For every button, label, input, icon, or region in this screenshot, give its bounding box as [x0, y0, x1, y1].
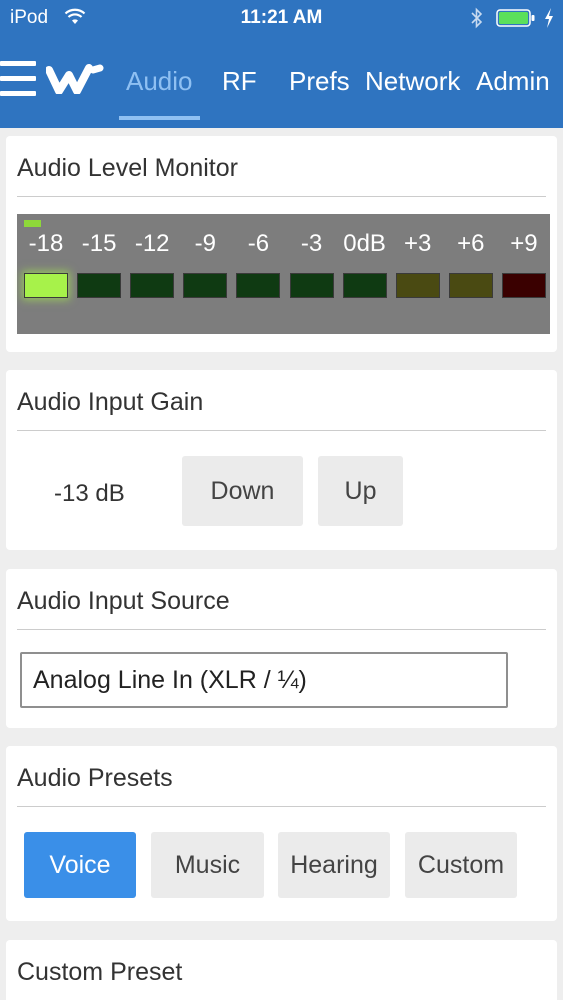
tab-audio[interactable]: Audio	[126, 66, 193, 97]
meter-label: +3	[404, 230, 432, 257]
meter-label: -3	[300, 230, 323, 257]
meter-label: -18	[28, 230, 64, 257]
brand-logo-icon	[46, 64, 104, 94]
meter-segment	[24, 273, 68, 298]
bluetooth-icon	[471, 7, 483, 29]
input-gain-title: Audio Input Gain	[17, 388, 204, 416]
presets-card: Audio Presets Voice Music Hearing Custom	[6, 746, 557, 921]
app-screen: iPod 11:21 AM Audio RF Prefs Network Adm…	[0, 0, 563, 1000]
meter-label: 0dB	[343, 230, 386, 257]
preset-custom-button[interactable]: Custom	[405, 832, 517, 898]
input-source-title: Audio Input Source	[17, 587, 230, 615]
hamburger-menu-icon[interactable]	[0, 61, 38, 97]
status-bar: iPod 11:21 AM	[0, 0, 563, 36]
card-divider	[17, 806, 546, 807]
input-source-card: Audio Input Source Analog Line In (XLR /…	[6, 569, 557, 728]
level-meter: -18 -15 -12 -9 -6 -3 0dB +3 +6 +9	[17, 214, 550, 334]
meter-segment	[289, 273, 334, 298]
gain-up-button[interactable]: Up	[318, 456, 403, 526]
meter-label: -12	[134, 230, 170, 257]
meter-label: +9	[510, 230, 538, 257]
level-monitor-card: Audio Level Monitor -18 -15 -12 -9 -6 -3 0dB +3…	[6, 136, 557, 352]
gain-down-button[interactable]: Down	[182, 456, 303, 526]
meter-label: +6	[457, 230, 485, 257]
meter-segment	[501, 273, 546, 298]
meter-segment	[395, 273, 440, 298]
custom-preset-title: Custom Preset	[17, 958, 183, 986]
custom-preset-card: Custom Preset	[6, 940, 557, 1000]
peak-indicator	[24, 220, 41, 227]
card-divider	[17, 430, 546, 431]
presets-title: Audio Presets	[17, 764, 173, 792]
tab-prefs[interactable]: Prefs	[289, 66, 350, 97]
gain-value: -13 dB	[54, 480, 125, 507]
meter-segment	[448, 273, 493, 298]
tab-network[interactable]: Network	[365, 66, 460, 97]
charging-bolt-icon	[545, 8, 553, 28]
meter-label: -15	[81, 230, 117, 257]
battery-icon	[496, 9, 535, 27]
input-gain-card: Audio Input Gain -13 dB Down Up	[6, 370, 557, 550]
preset-hearing-button[interactable]: Hearing	[278, 832, 390, 898]
meter-label: -9	[194, 230, 216, 257]
app-header: iPod 11:21 AM Audio RF Prefs Network Adm…	[0, 0, 563, 128]
meter-segment	[77, 273, 122, 298]
tab-rf[interactable]: RF	[222, 66, 257, 97]
top-nav: Audio RF Prefs Network Admin	[0, 44, 563, 128]
meter-segment	[130, 273, 175, 298]
card-divider	[17, 629, 546, 630]
preset-music-button[interactable]: Music	[151, 832, 264, 898]
meter-segment	[236, 273, 281, 298]
meter-segment	[183, 273, 228, 298]
meter-segment	[342, 273, 387, 298]
card-divider	[17, 196, 546, 197]
level-monitor-title: Audio Level Monitor	[17, 154, 238, 182]
tab-admin[interactable]: Admin	[476, 66, 550, 97]
active-tab-indicator	[119, 116, 200, 120]
preset-voice-button[interactable]: Voice	[24, 832, 136, 898]
input-source-select[interactable]: Analog Line In (XLR / ¼)	[20, 652, 508, 708]
meter-label: -6	[247, 230, 270, 257]
